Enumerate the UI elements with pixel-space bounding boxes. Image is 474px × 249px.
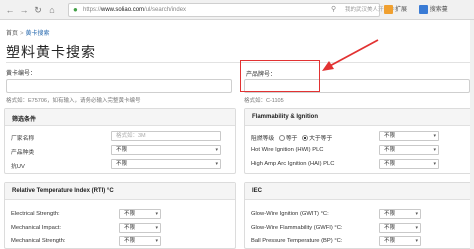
flame-rating-select[interactable]: 不限 ▾: [379, 131, 439, 141]
anti-uv-label: 抗UV: [11, 164, 25, 170]
ball-pressure-label: Ball Pressure Temperature (BP) °C:: [251, 238, 343, 244]
annotation-highlight-box: [240, 60, 320, 92]
gwit-select[interactable]: 不限 ▾: [379, 209, 421, 219]
gwit-label: Glow-Wire Ignition (GWIT) °C:: [251, 211, 329, 217]
flammability-panel-title: Flammability & Ignition: [252, 114, 319, 120]
page-scrollbar[interactable]: [470, 20, 474, 249]
chevron-down-icon: ▾: [415, 238, 418, 244]
url-text: https://www.soliao.com/ul/search/index: [83, 7, 187, 13]
home-icon[interactable]: ⌂: [46, 4, 58, 16]
chevron-down-icon: ▾: [433, 147, 436, 153]
search-engine-label[interactable]: 搜索蔓: [430, 7, 448, 13]
extensions-label[interactable]: 扩展: [395, 7, 407, 13]
chevron-down-icon: ▾: [415, 211, 418, 217]
manufacturer-label: 厂家名称: [11, 136, 35, 142]
iec-panel: IEC Glow-Wire Ignition (GWIT) °C: 不限 ▾ Gl…: [244, 182, 472, 249]
search-engine-icon[interactable]: [418, 4, 428, 14]
electrical-strength-label: Electrical Strength:: [11, 211, 60, 217]
manufacturer-input[interactable]: 格式如：3M: [111, 131, 221, 141]
electrical-strength-select[interactable]: 不限 ▾: [119, 209, 161, 219]
chevron-down-icon: ▾: [215, 147, 218, 153]
chevron-down-icon: ▾: [155, 211, 158, 217]
mechanical-impact-select[interactable]: 不限 ▾: [119, 223, 161, 233]
rti-panel-title: Relative Temperature Index (RTI) °C: [12, 188, 114, 194]
rti-panel: Relative Temperature Index (RTI) °C Elec…: [4, 182, 236, 249]
mechanical-strength-select[interactable]: 不限 ▾: [119, 236, 161, 246]
flame-rating-label: 阻燃等级: [251, 136, 275, 142]
gwfi-select[interactable]: 不限 ▾: [379, 223, 421, 233]
flammability-panel: Flammability & Ignition 阻燃等级 等于 大于等于 不限 ▾…: [244, 108, 472, 174]
browser-toolbar: ← → ↻ ⌂ ● https://www.soliao.com/ul/sear…: [0, 0, 474, 20]
radio-equal[interactable]: [278, 135, 285, 142]
breadcrumb-separator: >: [20, 31, 24, 37]
reload-icon[interactable]: ↻: [32, 4, 44, 16]
filter-panel-title: 筛选条件: [12, 117, 37, 123]
mechanical-strength-label: Mechanical Strength:: [11, 238, 66, 244]
hai-label: High Amp Arc Ignition (HAI) PLC: [251, 161, 335, 167]
page-title: 塑料黄卡搜索: [6, 46, 96, 61]
hwi-label: Hot Wire Ignition (HWI) PLC: [251, 147, 324, 153]
hwi-select[interactable]: 不限 ▾: [379, 145, 439, 155]
product-type-select[interactable]: 不限 ▾: [111, 145, 221, 155]
filter-panel: 筛选条件 厂家名称 格式如：3M 产品种类 不限 ▾ 抗UV 不限 ▾: [4, 108, 236, 174]
lock-icon: ●: [73, 5, 78, 14]
chevron-down-icon: ▾: [415, 225, 418, 231]
radio-greater-equal[interactable]: [302, 135, 309, 142]
gwfi-label: Glow-Wire Flammability (GWFI) °C:: [251, 225, 343, 231]
yellow-card-number-hint: 格式如：E75706，如有输入，请务必输入完整黄卡编号: [6, 98, 141, 104]
iec-panel-title: IEC: [252, 188, 263, 194]
extensions-area: 扩展 搜索蔓: [384, 4, 448, 16]
chevron-down-icon: ▾: [155, 238, 158, 244]
flame-rating-row: 阻燃等级 等于 大于等于: [251, 135, 333, 142]
search-icon: ⚲: [331, 6, 337, 13]
ball-pressure-select[interactable]: 不限 ▾: [379, 236, 421, 246]
breadcrumb-home[interactable]: 首页: [6, 31, 18, 37]
chevron-down-icon: ▾: [433, 161, 436, 167]
mechanical-impact-label: Mechanical Impact:: [11, 225, 61, 231]
yellow-card-number-label: 黄卡编号：: [6, 71, 37, 77]
breadcrumb: 首页 > 黄卡搜索: [6, 28, 50, 37]
product-type-label: 产品种类: [11, 150, 35, 156]
back-icon[interactable]: ←: [4, 4, 16, 16]
chevron-down-icon: ▾: [215, 161, 218, 167]
product-grade-hint: 格式如：C-1105: [244, 98, 284, 104]
hai-select[interactable]: 不限 ▾: [379, 159, 439, 169]
extension-icon[interactable]: [384, 4, 393, 14]
chevron-down-icon: ▾: [433, 133, 436, 139]
address-bar[interactable]: ● https://www.soliao.com/ul/search/index…: [68, 3, 395, 17]
yellow-card-number-input[interactable]: [6, 79, 232, 93]
breadcrumb-current[interactable]: 黄卡搜索: [26, 31, 50, 37]
chevron-down-icon: ▾: [155, 225, 158, 231]
forward-icon[interactable]: →: [18, 4, 30, 16]
anti-uv-select[interactable]: 不限 ▾: [111, 159, 221, 169]
annotation-arrow: [322, 39, 379, 71]
